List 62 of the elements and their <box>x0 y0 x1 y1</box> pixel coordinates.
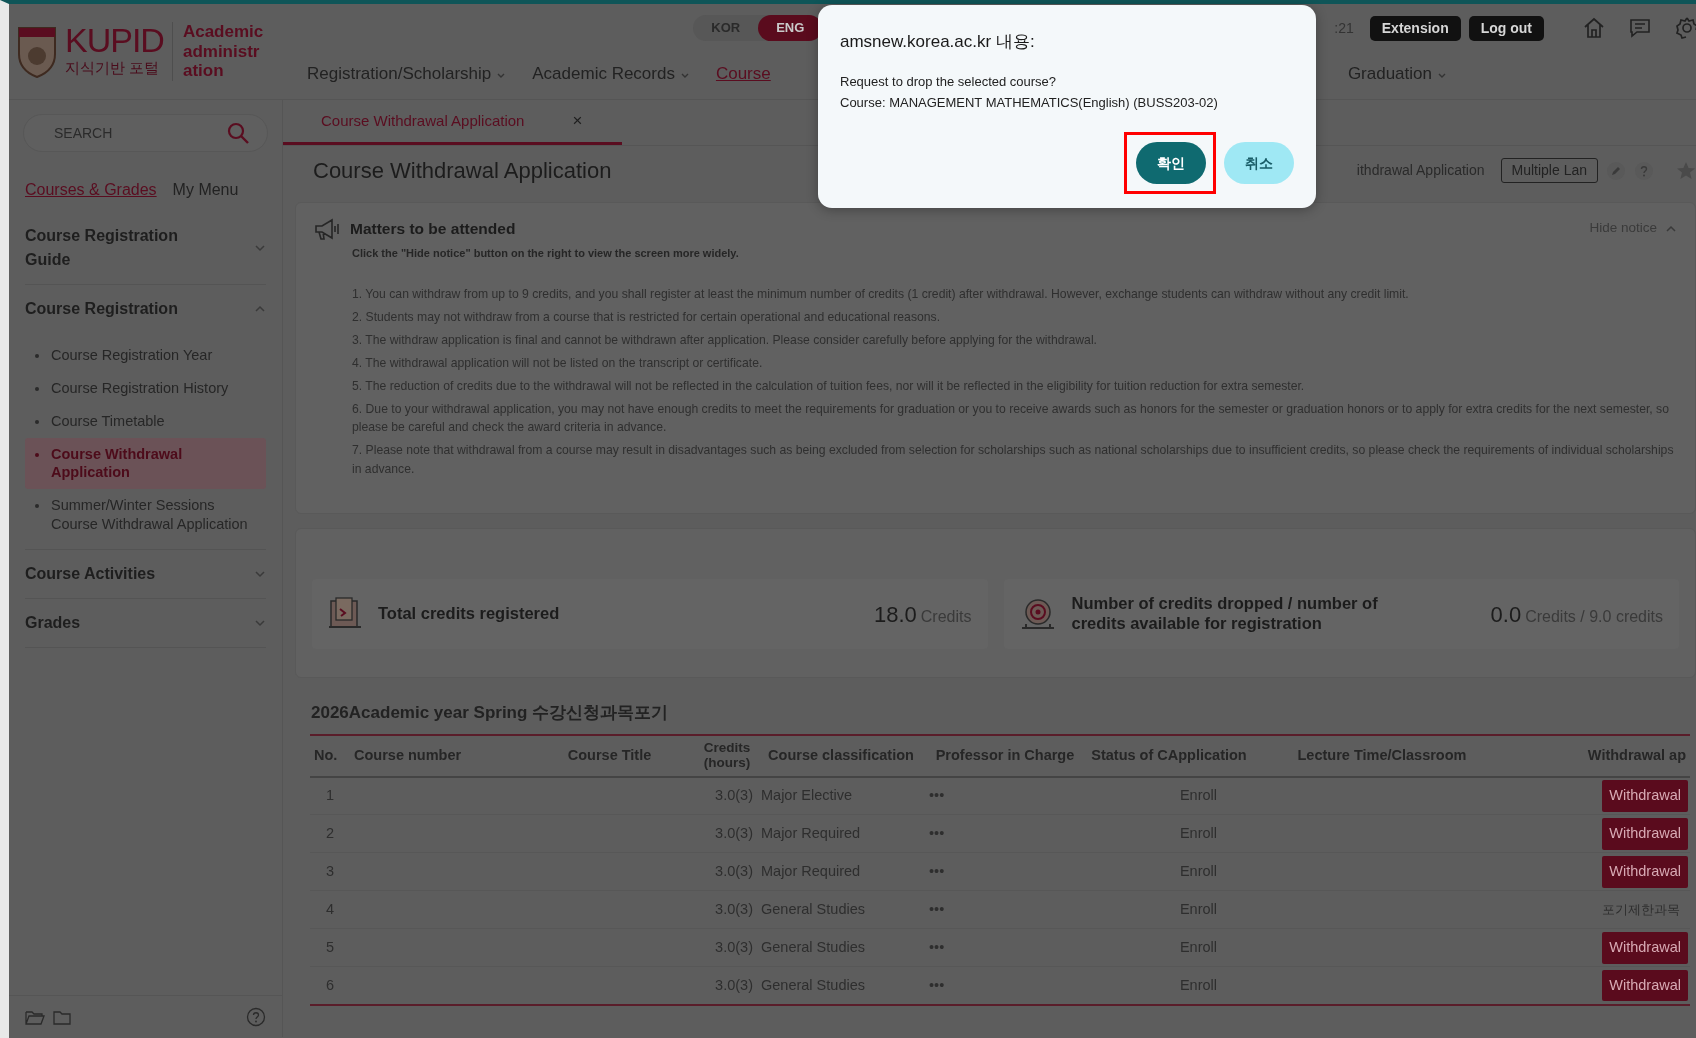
withdrawal-button[interactable]: Withdrawal <box>1602 855 1688 888</box>
chevron-icon <box>1665 223 1677 234</box>
folder-icon[interactable] <box>53 1008 71 1025</box>
chevron-icon <box>254 568 266 579</box>
dialog-message: Request to drop the selected course? <box>840 72 1058 91</box>
shield-logo-icon <box>17 25 57 78</box>
folder-icon[interactable] <box>25 1008 45 1025</box>
professor-cell: ••• <box>929 938 945 955</box>
header-button[interactable]: Extension <box>1369 15 1461 41</box>
nav-menu-item[interactable]: Course <box>715 61 771 87</box>
stat-label: Number of credits dropped / number of credits available for registration <box>1071 594 1379 634</box>
stat-value: 0.0 <box>1490 600 1522 629</box>
sidebar-section[interactable]: Course Registration <box>25 285 266 333</box>
cancel-button[interactable]: 취소 <box>1224 142 1294 184</box>
chevron-icon <box>254 617 266 628</box>
professor-cell: ••• <box>929 900 945 917</box>
withdrawal-button[interactable]: Withdrawal <box>1602 780 1688 812</box>
sidebar-section[interactable]: Course Activities <box>25 549 266 598</box>
logo-wordmark: KUPID <box>65 23 164 58</box>
chevron-icon <box>254 304 266 314</box>
withdrawal-button[interactable]: Withdrawal <box>1602 931 1688 964</box>
stat-label: Total credits registered <box>378 604 560 625</box>
dialog-message: Course: MANAGEMENT MATHEMATICS(English) (BUSS203-02) <box>840 93 1219 112</box>
dialog-title: amsnew.korea.ac.kr 내용: <box>840 31 1036 53</box>
target-icon <box>1019 597 1056 632</box>
column-header: Lecture Time/Classroom <box>1253 734 1511 777</box>
confirm-button[interactable]: 확인 <box>1136 142 1206 184</box>
sidebar-link[interactable]: Course Withdrawal Application <box>25 437 266 490</box>
table-title: 2026Academic year Spring 수강신청과목포기 <box>311 702 670 725</box>
column-header: Status of CApplication <box>1085 734 1253 777</box>
professor-cell: ••• <box>929 787 945 804</box>
page-title: Course Withdrawal Application <box>313 157 612 185</box>
chevron-icon <box>254 243 266 253</box>
withdrawal-button[interactable]: Withdrawal <box>1602 969 1688 1002</box>
notice-title: Matters to be attended <box>350 218 516 239</box>
content-tab[interactable]: Course Withdrawal Application × <box>283 100 623 145</box>
settings-icon[interactable] <box>1674 16 1696 40</box>
stat-value: 18.0 <box>874 600 917 629</box>
megaphone-icon <box>314 216 342 241</box>
notice-hint: Click the "Hide notice" button on the right to view the screen more widely. <box>352 245 740 261</box>
home-icon[interactable] <box>1582 16 1606 40</box>
logo-subtitle: 지식기반 포털 <box>65 58 161 79</box>
nav-menu-item[interactable]: Academic Records <box>532 61 690 87</box>
site-label: Academic administration <box>171 22 264 81</box>
sidebar-tab[interactable]: My Menu <box>172 178 239 202</box>
professor-cell: ••• <box>929 976 945 993</box>
header-button[interactable]: Log out <box>1468 15 1544 41</box>
nav-menu-item[interactable]: Registration/Scholarship <box>307 61 507 87</box>
professor-cell: ••• <box>929 862 945 879</box>
professor-cell: ••• <box>929 824 945 841</box>
column-header: No. <box>310 734 350 777</box>
sidebar-section[interactable]: Grades <box>25 598 266 647</box>
close-tab-button[interactable]: × <box>572 111 583 130</box>
withdrawal-button[interactable]: Withdrawal <box>1602 817 1688 850</box>
language-button[interactable]: Multiple Lan <box>1500 158 1598 183</box>
nav-menu-item[interactable]: Graduation <box>1347 61 1447 87</box>
help-icon[interactable] <box>246 1006 266 1027</box>
column-header: Course classification <box>757 734 925 777</box>
sidebar-section[interactable]: Course Registration Guide <box>25 212 266 284</box>
search-icon[interactable] <box>226 121 250 145</box>
sidebar-tab[interactable]: Courses & Grades <box>25 178 157 202</box>
chat-icon[interactable] <box>1628 16 1652 40</box>
